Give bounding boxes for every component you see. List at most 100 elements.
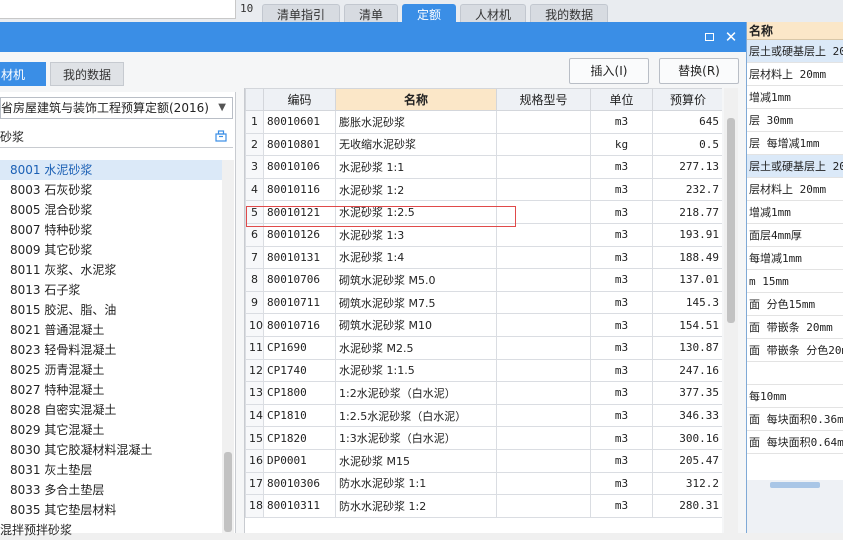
right-panel-row[interactable]: 每10mm: [746, 385, 843, 408]
cell-name: 水泥砂浆 M15: [335, 448, 497, 473]
tree-item[interactable]: 8030 其它胶凝材料混凝土: [0, 440, 222, 460]
tree-item[interactable]: 8015 胶泥、脂、油: [0, 300, 222, 320]
tree-item[interactable]: 8011 灰浆、水泥浆: [0, 260, 222, 280]
right-panel-row[interactable]: 层 30mm: [746, 109, 843, 132]
table-row[interactable]: 10 80010716 砌筑水泥砂浆 M10 m3 154.51: [245, 313, 722, 337]
tree-item[interactable]: 8023 轻骨料混凝土: [0, 340, 222, 360]
tab-qingdan-zhiyin[interactable]: 清单指引: [262, 4, 341, 24]
right-panel-row[interactable]: 增减1mm: [746, 86, 843, 109]
table-row[interactable]: 1 80010601 膨胀水泥砂浆 m3 645: [245, 110, 722, 134]
cell-name: 水泥砂浆 1:2: [335, 177, 497, 202]
search-input[interactable]: 砂浆: [0, 126, 233, 148]
right-panel-row[interactable]: 层 每增减1mm: [746, 132, 843, 155]
right-panel-row[interactable]: 面 带嵌条 20mm: [746, 316, 843, 339]
tree-item[interactable]: 8029 其它混凝土: [0, 420, 222, 440]
insert-button[interactable]: 插入(I): [569, 58, 649, 84]
tree-item[interactable]: 8021 普通混凝土: [0, 320, 222, 340]
maximize-icon[interactable]: [700, 28, 718, 46]
col-code[interactable]: 编码: [263, 88, 336, 111]
cell-unit: m3: [590, 313, 653, 337]
row-index: 3: [245, 155, 264, 179]
table-row[interactable]: 9 80010711 砌筑水泥砂浆 M7.5 m3 145.3: [245, 290, 722, 315]
row-index: 8: [245, 268, 264, 292]
right-panel-row[interactable]: 层土或硬基层上 20m: [746, 40, 843, 63]
library-select[interactable]: 省房屋建筑与装饰工程预算定额(2016) ▼: [0, 97, 233, 119]
table-row[interactable]: 14 CP1810 1:2.5水泥砂浆（白水泥） m3 346.33: [245, 403, 722, 428]
tree-item[interactable]: 8013 石子浆: [0, 280, 222, 300]
right-panel-row[interactable]: 层材料上 20mm: [746, 63, 843, 86]
tree-item[interactable]: 8009 其它砂浆: [0, 240, 222, 260]
tree-item[interactable]: 8025 沥青混凝土: [0, 360, 222, 380]
tree-item[interactable]: 8003 石灰砂浆: [0, 180, 222, 200]
right-panel-row[interactable]: 面 带嵌条 分色20m: [746, 339, 843, 362]
tree-item[interactable]: 8028 自密实混凝土: [0, 400, 222, 420]
background-input[interactable]: [0, 0, 236, 19]
cell-price: 130.87: [652, 335, 722, 360]
right-panel-splitter[interactable]: [770, 482, 820, 488]
col-spec[interactable]: 规格型号: [496, 88, 591, 111]
right-panel-row[interactable]: 增减1mm: [746, 201, 843, 224]
cell-unit: m3: [590, 471, 653, 496]
tab-dinge[interactable]: 定额: [402, 4, 457, 24]
chevron-down-icon[interactable]: ▼: [218, 98, 226, 118]
cell-unit: m3: [590, 245, 653, 270]
cell-price: 193.91: [652, 222, 722, 247]
right-panel-row[interactable]: 面 分色15mm: [746, 293, 843, 316]
tab-my-data[interactable]: 我的数据: [530, 4, 609, 24]
right-panel-row[interactable]: 层材料上 20mm: [746, 178, 843, 201]
table-row[interactable]: 4 80010116 水泥砂浆 1:2 m3 232.7: [245, 177, 722, 202]
table-row[interactable]: 16 DP0001 水泥砂浆 M15 m3 205.47: [245, 448, 722, 473]
tree-scrollbar[interactable]: [222, 160, 234, 533]
right-panel-row[interactable]: 面层4mm厚: [746, 224, 843, 247]
table-row[interactable]: 11 CP1690 水泥砂浆 M2.5 m3 130.87: [245, 335, 722, 360]
cell-spec: [496, 313, 591, 337]
grid-scrollbar[interactable]: [724, 88, 738, 533]
right-panel-row[interactable]: 每增减1mm: [746, 247, 843, 270]
col-price[interactable]: 预算价: [652, 88, 722, 111]
table-row[interactable]: 13 CP1800 1:2水泥砂浆（白水泥） m3 377.35: [245, 381, 722, 405]
table-row[interactable]: 5 80010121 水泥砂浆 1:2.5 m3 218.77: [245, 200, 722, 224]
close-icon[interactable]: ✕: [722, 28, 740, 46]
table-row[interactable]: 2 80010801 无收缩水泥砂浆 kg 0.5: [245, 132, 722, 157]
tab-qingdan[interactable]: 清单: [344, 4, 399, 24]
col-unit[interactable]: 单位: [590, 88, 653, 111]
cell-code: CP1810: [263, 403, 336, 428]
tree-item[interactable]: 8001 水泥砂浆: [0, 160, 222, 180]
right-panel-row[interactable]: [746, 362, 843, 385]
tree-item[interactable]: 8031 灰土垫层: [0, 460, 222, 480]
cell-price: 280.31: [652, 494, 722, 518]
cell-name: 砌筑水泥砂浆 M7.5: [335, 290, 497, 315]
tree-item[interactable]: 8007 特种砂浆: [0, 220, 222, 240]
right-panel-row[interactable]: 面 每块面积0.36m2: [746, 408, 843, 431]
table-row[interactable]: 6 80010126 水泥砂浆 1:3 m3 193.91: [245, 222, 722, 247]
right-panel-row[interactable]: 层土或硬基层上 20m: [746, 155, 843, 178]
dialog-titlebar[interactable]: ✕: [0, 22, 746, 52]
cell-price: 188.49: [652, 245, 722, 270]
tree-item[interactable]: 8033 多合土垫层: [0, 480, 222, 500]
table-row[interactable]: 17 80010306 防水水泥砂浆 1:1 m3 312.2: [245, 471, 722, 496]
col-name[interactable]: 名称: [335, 88, 497, 111]
table-row[interactable]: 8 80010706 砌筑水泥砂浆 M5.0 m3 137.01: [245, 268, 722, 292]
tree-scroll-thumb[interactable]: [224, 452, 232, 532]
cell-code: CP1740: [263, 358, 336, 383]
tree-item[interactable]: 混拌预拌砂浆: [0, 520, 222, 540]
replace-button[interactable]: 替换(R): [659, 58, 739, 84]
tab-rencaiji[interactable]: 人材机: [460, 4, 527, 24]
right-panel-row[interactable]: m 15mm: [746, 270, 843, 293]
tree-item[interactable]: 8035 其它垫层材料: [0, 500, 222, 520]
category-panel: 省房屋建筑与装饰工程预算定额(2016) ▼ 砂浆 8001 水泥砂浆 8003 …: [0, 92, 236, 537]
table-row[interactable]: 12 CP1740 水泥砂浆 1:1.5 m3 247.16: [245, 358, 722, 383]
table-row[interactable]: 3 80010106 水泥砂浆 1:1 m3 277.13: [245, 155, 722, 179]
grid-scroll-thumb[interactable]: [727, 118, 735, 323]
tree-item[interactable]: 8005 混合砂浆: [0, 200, 222, 220]
right-panel-row[interactable]: 面 每块面积0.64m2: [746, 431, 843, 454]
tab-rencaiji-active[interactable]: 材机: [0, 62, 47, 86]
tab-my-data-dialog[interactable]: 我的数据: [50, 62, 125, 86]
search-icon[interactable]: [215, 130, 227, 142]
tree-item[interactable]: 8027 特种混凝土: [0, 380, 222, 400]
table-row[interactable]: 7 80010131 水泥砂浆 1:4 m3 188.49: [245, 245, 722, 270]
table-row[interactable]: 18 80010311 防水水泥砂浆 1:2 m3 280.31: [245, 494, 722, 518]
cell-price: 218.77: [652, 200, 722, 224]
cell-spec: [496, 110, 591, 134]
table-row[interactable]: 15 CP1820 1:3水泥砂浆（白水泥） m3 300.16: [245, 426, 722, 450]
